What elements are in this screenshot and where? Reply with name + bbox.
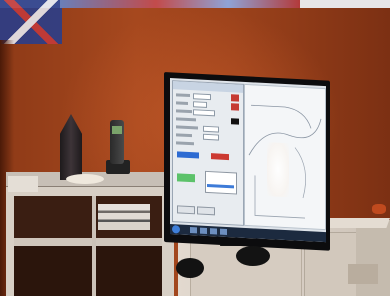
taskbar-app-icon[interactable] — [190, 227, 197, 234]
dialog-button[interactable] — [177, 205, 195, 215]
phone-display — [112, 126, 122, 134]
form-label — [176, 101, 188, 105]
app-window — [172, 80, 244, 226]
color-swatch-red[interactable] — [231, 103, 239, 111]
flag-poster — [0, 0, 62, 44]
photo-scene — [0, 0, 390, 296]
speaker-left — [176, 258, 204, 278]
poster-edge — [60, 0, 300, 8]
form-label — [176, 93, 190, 98]
form-field[interactable] — [193, 109, 215, 117]
form-label — [176, 133, 192, 138]
speaker-right — [236, 246, 270, 266]
lamp-reflection — [267, 142, 289, 198]
small-box — [8, 176, 38, 192]
form-label — [176, 125, 198, 130]
start-icon[interactable] — [172, 225, 180, 234]
form-label — [176, 141, 194, 146]
taskbar-app-icon[interactable] — [200, 227, 207, 234]
app-window-titlebar — [173, 81, 243, 93]
form-field[interactable] — [203, 125, 219, 133]
dialog-button[interactable] — [197, 206, 215, 216]
color-swatch-green[interactable] — [177, 173, 195, 183]
taskbar-app-icon[interactable] — [220, 228, 227, 235]
color-swatch-red[interactable] — [211, 153, 229, 161]
dish — [66, 174, 104, 184]
corner-item — [348, 264, 378, 284]
shelf-compartment-bottom — [14, 246, 162, 296]
shelf-board — [14, 238, 162, 246]
drawing-canvas[interactable] — [244, 83, 326, 231]
window-light — [300, 0, 390, 8]
form-field[interactable] — [193, 93, 211, 101]
form-label — [176, 109, 192, 114]
shelf-divider — [92, 196, 96, 296]
dropdown-selected-item[interactable] — [207, 183, 234, 189]
dropdown-list[interactable] — [205, 170, 237, 195]
form-field[interactable] — [203, 133, 219, 141]
taskbar-app-icon[interactable] — [210, 228, 217, 235]
tv-screen — [170, 78, 326, 243]
book-stack — [98, 204, 150, 230]
wall-object — [372, 204, 386, 214]
color-swatch-blue[interactable] — [177, 151, 199, 159]
form-label — [176, 117, 196, 122]
color-swatch-red[interactable] — [231, 94, 239, 102]
form-field[interactable] — [193, 101, 207, 108]
cabinet-side — [356, 220, 390, 296]
color-swatch-black[interactable] — [231, 118, 239, 125]
